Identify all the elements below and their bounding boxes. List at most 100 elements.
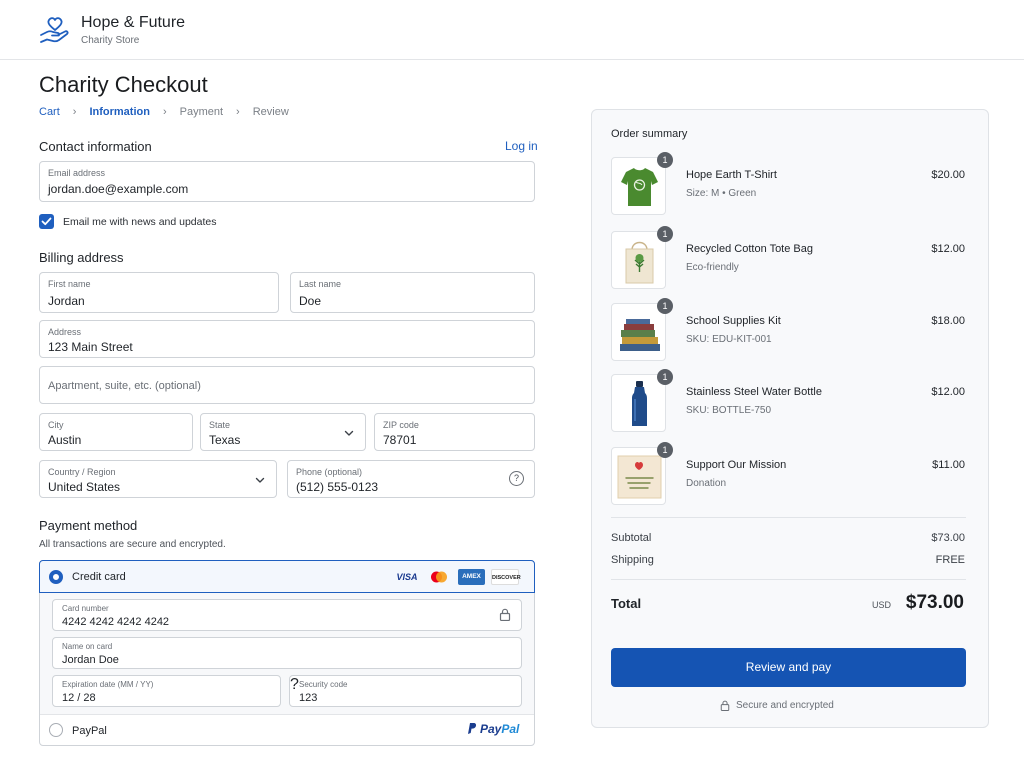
chevron-right-icon: › bbox=[236, 106, 240, 118]
shipping-label: Shipping bbox=[611, 554, 654, 566]
name-on-card-field[interactable]: Name on card Jordan Doe bbox=[52, 637, 522, 669]
quantity-badge: 1 bbox=[657, 442, 673, 458]
discover-logo-icon: DISCOVER bbox=[491, 569, 521, 585]
item-detail: Size: M • Green bbox=[686, 188, 757, 199]
contact-heading: Contact information bbox=[39, 139, 152, 154]
bottle-icon bbox=[611, 374, 666, 432]
state-value: Texas bbox=[209, 433, 241, 447]
expiration-label: Expiration date (MM / YY) bbox=[62, 680, 154, 689]
card-number-label: Card number bbox=[62, 604, 109, 613]
quantity-badge: 1 bbox=[657, 226, 673, 242]
visa-logo-icon: VISA bbox=[396, 572, 418, 582]
paypal-p-icon bbox=[468, 723, 477, 734]
city-field[interactable]: City Austin bbox=[39, 413, 193, 451]
phone-value: (512) 555-0123 bbox=[296, 480, 379, 494]
order-summary: Order summary 1 Hope Earth T-Shirt Size:… bbox=[591, 109, 989, 728]
list-item: 1 Support Our Mission Donation $11.00 bbox=[611, 442, 971, 505]
name-on-card-value: Jordan Doe bbox=[62, 654, 119, 666]
payment-heading: Payment method bbox=[39, 518, 138, 533]
email-value: jordan.doe@example.com bbox=[48, 182, 189, 196]
email-field[interactable]: Email address jordan.doe@example.com bbox=[39, 161, 535, 202]
email-label: Email address bbox=[48, 168, 106, 178]
help-icon[interactable]: ? bbox=[509, 471, 524, 486]
books-icon bbox=[611, 303, 666, 361]
zip-field[interactable]: ZIP code 78701 bbox=[374, 413, 535, 451]
breadcrumb-information[interactable]: Information bbox=[89, 106, 150, 118]
first-name-field[interactable]: First name Jordan bbox=[39, 272, 279, 313]
zip-value: 78701 bbox=[383, 433, 417, 447]
item-detail: Eco-friendly bbox=[686, 262, 739, 273]
country-label: Country / Region bbox=[48, 467, 116, 477]
subtotal-row: Subtotal $73.00 bbox=[611, 532, 965, 544]
item-name: School Supplies Kit bbox=[686, 315, 781, 327]
breadcrumb-review: Review bbox=[252, 106, 289, 118]
item-name: Recycled Cotton Tote Bag bbox=[686, 243, 813, 255]
apartment-field[interactable]: Apartment, suite, etc. (optional) bbox=[39, 366, 535, 404]
lock-icon bbox=[499, 608, 511, 621]
newsletter-checkbox[interactable] bbox=[39, 214, 54, 229]
subtotal-value: $73.00 bbox=[931, 532, 965, 544]
breadcrumb: Cart › Information › Payment › Review bbox=[39, 106, 289, 118]
total-value: $73.00 bbox=[905, 592, 964, 613]
payment-method-box: Credit card VISA AMEX DISCOVER Card numb… bbox=[39, 560, 535, 746]
credit-card-radio[interactable] bbox=[49, 570, 63, 584]
card-number-field[interactable]: Card number 4242 4242 4242 4242 bbox=[52, 599, 522, 631]
paypal-logo-pay: Pay bbox=[480, 722, 502, 736]
credit-card-option[interactable]: Credit card VISA AMEX DISCOVER bbox=[39, 560, 535, 593]
payment-subtitle: All transactions are secure and encrypte… bbox=[39, 539, 226, 550]
total-label: Total bbox=[611, 596, 642, 611]
secure-note: Secure and encrypted bbox=[720, 700, 834, 711]
state-label: State bbox=[209, 420, 231, 430]
address-label: Address bbox=[48, 327, 82, 337]
review-and-pay-button[interactable]: Review and pay bbox=[611, 648, 966, 687]
paypal-label[interactable]: PayPal bbox=[72, 725, 107, 737]
checkmark-icon bbox=[41, 217, 52, 226]
login-link[interactable]: Log in bbox=[505, 139, 538, 153]
list-item: 1 School Supplies Kit SKU: EDU-KIT-001 $… bbox=[611, 298, 971, 361]
paypal-radio[interactable] bbox=[49, 723, 63, 737]
shipping-value: FREE bbox=[935, 554, 965, 566]
country-select[interactable]: Country / Region United States bbox=[39, 460, 277, 498]
phone-label: Phone (optional) bbox=[296, 467, 363, 477]
zip-label: ZIP code bbox=[383, 420, 419, 430]
divider bbox=[611, 579, 966, 580]
secure-note-text: Secure and encrypted bbox=[736, 700, 834, 711]
state-select[interactable]: State Texas bbox=[200, 413, 366, 451]
item-price: $12.00 bbox=[931, 386, 965, 398]
item-price: $11.00 bbox=[932, 459, 965, 471]
heart-hand-icon[interactable] bbox=[38, 13, 72, 47]
phone-field[interactable]: Phone (optional) (512) 555-0123 ? bbox=[287, 460, 535, 498]
item-name: Support Our Mission bbox=[686, 459, 787, 471]
address-value: 123 Main Street bbox=[48, 340, 133, 354]
tote-bag-icon bbox=[611, 231, 666, 289]
thank-you-card-icon bbox=[611, 447, 666, 505]
item-detail: SKU: EDU-KIT-001 bbox=[686, 334, 772, 345]
quantity-badge: 1 bbox=[657, 152, 673, 168]
paypal-logo-pal: Pal bbox=[501, 722, 520, 736]
newsletter-checkbox-row[interactable]: Email me with news and updates bbox=[39, 214, 217, 229]
top-bar: Hope & Future Charity Store bbox=[0, 0, 1024, 60]
first-name-label: First name bbox=[48, 279, 91, 289]
breadcrumb-cart[interactable]: Cart bbox=[39, 106, 60, 118]
item-price: $18.00 bbox=[931, 315, 965, 327]
mastercard-logo-icon bbox=[431, 571, 447, 583]
brand-name: Hope & Future bbox=[81, 14, 186, 31]
security-code-field[interactable]: Security code 123 ? bbox=[289, 675, 522, 707]
page-title: Charity Checkout bbox=[39, 72, 208, 97]
last-name-field[interactable]: Last name Doe bbox=[290, 272, 535, 313]
item-detail: Donation bbox=[686, 478, 727, 489]
credit-card-label: Credit card bbox=[72, 571, 126, 583]
newsletter-label: Email me with news and updates bbox=[63, 215, 217, 228]
order-summary-title: Order summary bbox=[611, 128, 688, 140]
item-price: $12.00 bbox=[931, 243, 965, 255]
chevron-right-icon: › bbox=[72, 106, 77, 118]
security-code-label: Security code bbox=[299, 680, 348, 689]
shipping-row: Shipping FREE bbox=[611, 554, 965, 566]
apartment-placeholder: Apartment, suite, etc. (optional) bbox=[48, 380, 201, 392]
expiration-field[interactable]: Expiration date (MM / YY) 12 / 28 bbox=[52, 675, 281, 707]
last-name-value: Doe bbox=[299, 294, 322, 308]
address-field[interactable]: Address 123 Main Street bbox=[39, 320, 535, 358]
chevron-right-icon: › bbox=[162, 106, 167, 118]
help-icon[interactable]: ? bbox=[290, 676, 299, 693]
card-number-value: 4242 4242 4242 4242 bbox=[62, 616, 170, 628]
